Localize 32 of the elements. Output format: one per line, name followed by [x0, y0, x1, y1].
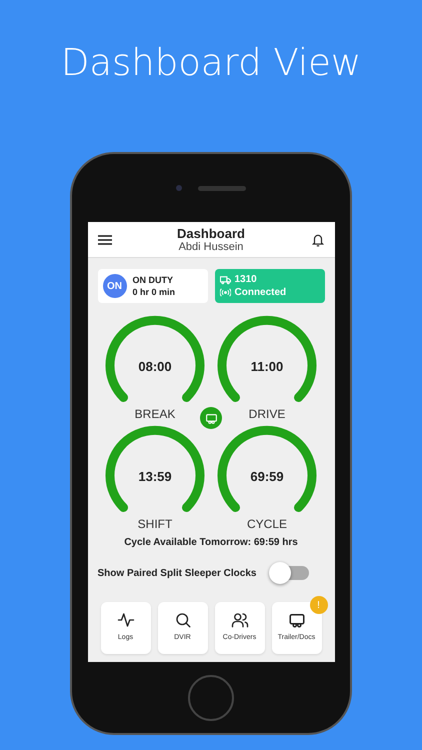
clock-time: 13:59	[138, 468, 172, 484]
driver-name: Abdi Hussein	[178, 241, 244, 253]
activity-icon	[116, 611, 134, 629]
people-icon	[230, 611, 248, 629]
clock-label: SHIFT	[138, 517, 172, 531]
trailer-button[interactable]	[200, 407, 222, 429]
clock-time: 69:59	[250, 468, 284, 484]
toggle-label: Show Paired Split Sleeper Clocks	[98, 568, 256, 578]
clock-time: 11:00	[250, 358, 284, 374]
clock-label: CYCLE	[246, 517, 287, 531]
signal-icon	[220, 288, 230, 297]
alert-badge: !	[310, 596, 328, 614]
clock-time: 08:00	[138, 358, 172, 374]
status-badge: ON	[102, 274, 126, 298]
home-button[interactable]	[188, 674, 234, 720]
search-icon	[174, 611, 192, 629]
headline: Dashboard View	[60, 40, 362, 83]
cycle-note: Cycle Available Tomorrow: 69:59 hrs	[123, 537, 299, 548]
menu-icon[interactable]	[98, 234, 112, 246]
speaker-grille	[198, 186, 246, 190]
trailer-icon	[288, 611, 306, 629]
duty-status-card[interactable]: ON ON DUTY 0 hr 0 min	[98, 269, 208, 303]
clock-label: BREAK	[134, 407, 176, 421]
duty-status: ON DUTY	[132, 275, 174, 285]
duty-duration: 0 hr 0 min	[132, 287, 176, 297]
trailer-icon	[204, 412, 218, 424]
screen-title: Dashboard	[177, 226, 245, 241]
vehicle-number: 1310	[234, 274, 257, 285]
connection-status: Connected	[234, 287, 286, 298]
clock-label: DRIVE	[248, 407, 286, 421]
truck-icon	[220, 274, 230, 284]
camera-icon	[176, 185, 182, 191]
